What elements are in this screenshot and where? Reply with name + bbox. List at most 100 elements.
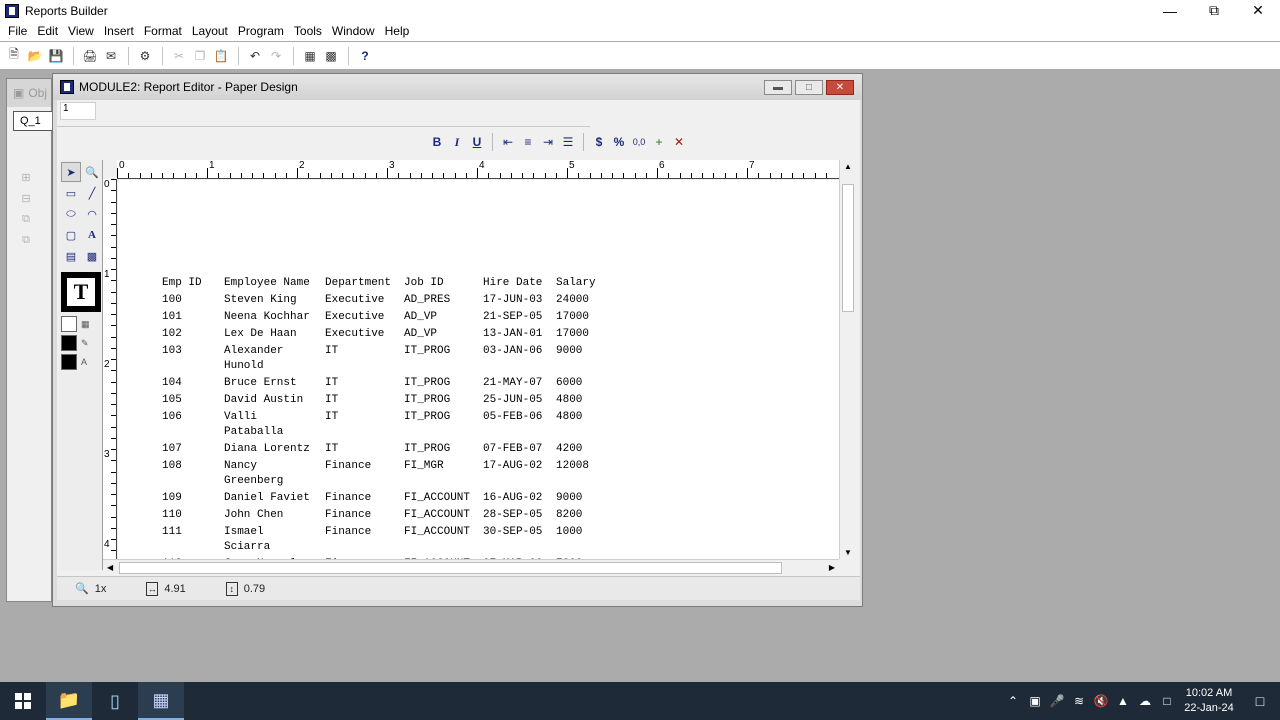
notification-icon[interactable]: □ bbox=[1240, 693, 1280, 709]
justify-icon[interactable]: ☰ bbox=[558, 132, 578, 152]
menu-window[interactable]: Window bbox=[327, 24, 380, 38]
scroll-up-icon[interactable]: ▲ bbox=[844, 162, 852, 171]
cell-employee-name[interactable]: Steven King bbox=[224, 292, 325, 309]
editor-minimize-button[interactable]: ▬ bbox=[764, 80, 792, 95]
editor-close-button[interactable]: ✕ bbox=[826, 80, 854, 95]
paper-design-canvas[interactable]: Emp ID Employee Name Department Job ID H… bbox=[118, 180, 839, 559]
object-navigator-find-field[interactable]: Q_1 bbox=[13, 111, 53, 131]
bold-button[interactable]: B bbox=[427, 132, 447, 152]
vertical-scrollbar[interactable]: ▲ ▼ bbox=[839, 160, 856, 559]
redo-icon[interactable]: ↷ bbox=[266, 46, 286, 66]
cell-job-id[interactable]: IT_PROG bbox=[404, 409, 483, 426]
expand-icon[interactable]: ⊞ bbox=[19, 171, 33, 185]
menu-view[interactable]: View bbox=[63, 24, 99, 38]
menu-program[interactable]: Program bbox=[233, 24, 289, 38]
drive-icon[interactable]: ▲ bbox=[1112, 694, 1134, 708]
cell-department[interactable]: IT bbox=[325, 441, 404, 458]
menu-file[interactable]: File bbox=[3, 24, 32, 38]
cell-employee-name[interactable]: Daniel Faviet bbox=[224, 490, 325, 507]
chat-icon[interactable]: □ bbox=[1156, 694, 1178, 708]
cell-job-id[interactable]: IT_PROG bbox=[404, 392, 483, 409]
close-button[interactable]: ✕ bbox=[1236, 0, 1280, 21]
field-icon[interactable]: ▤ bbox=[61, 246, 81, 266]
italic-button[interactable]: I bbox=[447, 132, 467, 152]
cell-emp-id[interactable]: 100 bbox=[162, 292, 224, 309]
cell-salary[interactable]: 6000 bbox=[556, 375, 616, 392]
minimize-button[interactable]: — bbox=[1148, 0, 1192, 21]
run-icon[interactable]: ⚙ bbox=[135, 46, 155, 66]
header-salary[interactable]: Salary bbox=[556, 275, 616, 292]
restore-button[interactable]: ⧉ bbox=[1192, 0, 1236, 21]
text-color-icon[interactable]: A bbox=[81, 357, 87, 367]
menu-format[interactable]: Format bbox=[139, 24, 187, 38]
cell-salary[interactable]: 4800 bbox=[556, 409, 616, 426]
cell-job-id[interactable]: FI_ACCOUNT bbox=[404, 507, 483, 524]
cell-hire-date[interactable]: 05-FEB-06 bbox=[483, 409, 556, 426]
ellipse-icon[interactable]: ⬭ bbox=[61, 204, 81, 224]
cell-employee-name[interactable]: John Chen bbox=[224, 507, 325, 524]
cloud-icon[interactable]: ☁ bbox=[1134, 694, 1156, 708]
commas-button[interactable]: 0,0 bbox=[629, 132, 649, 152]
cell-salary[interactable]: 24000 bbox=[556, 292, 616, 309]
cell-employee-name[interactable]: Lex De Haan bbox=[224, 326, 325, 343]
undo-icon[interactable]: ↶ bbox=[245, 46, 265, 66]
cell-employee-name[interactable]: Bruce Ernst bbox=[224, 375, 325, 392]
cut-icon[interactable]: ✂ bbox=[169, 46, 189, 66]
cell-employee-name-continued[interactable]: Sciarra bbox=[224, 539, 325, 556]
data-model-icon[interactable]: ▦ bbox=[300, 46, 320, 66]
paste-icon[interactable]: 📋 bbox=[211, 46, 231, 66]
volume-muted-icon[interactable]: 🔇 bbox=[1090, 694, 1112, 708]
cell-job-id[interactable]: IT_PROG bbox=[404, 375, 483, 392]
save-icon[interactable]: 💾 bbox=[46, 46, 66, 66]
cell-hire-date[interactable]: 17-JUN-03 bbox=[483, 292, 556, 309]
cell-hire-date[interactable]: 17-AUG-02 bbox=[483, 458, 556, 475]
rectangle-icon[interactable]: ▭ bbox=[61, 183, 81, 203]
select-arrow-icon[interactable]: ➤ bbox=[61, 162, 81, 182]
cell-employee-name[interactable]: Diana Lorentz bbox=[224, 441, 325, 458]
collapse-icon[interactable]: ⊟ bbox=[19, 192, 33, 206]
underline-button[interactable]: U bbox=[467, 132, 487, 152]
cell-salary[interactable]: 9000 bbox=[556, 343, 616, 360]
remove-decimal-icon[interactable]: ✕ bbox=[669, 132, 689, 152]
cell-job-id[interactable]: AD_VP bbox=[404, 309, 483, 326]
cell-emp-id[interactable]: 102 bbox=[162, 326, 224, 343]
cell-salary[interactable]: 12008 bbox=[556, 458, 616, 475]
cell-job-id[interactable]: AD_PRES bbox=[404, 292, 483, 309]
copy-icon[interactable]: ❐ bbox=[190, 46, 210, 66]
align-left-icon[interactable]: ⇤ bbox=[498, 132, 518, 152]
cell-hire-date[interactable]: 13-JAN-01 bbox=[483, 326, 556, 343]
cell-emp-id[interactable]: 109 bbox=[162, 490, 224, 507]
magnify-icon[interactable]: 🔍 bbox=[82, 162, 102, 182]
menu-tools[interactable]: Tools bbox=[289, 24, 327, 38]
cell-job-id[interactable]: FI_ACCOUNT bbox=[404, 524, 483, 541]
scroll-left-icon[interactable]: ◀ bbox=[107, 563, 113, 572]
report-editor-titlebar[interactable]: MODULE2: Report Editor - Paper Design ▬ … bbox=[53, 74, 862, 100]
header-emp-id[interactable]: Emp ID bbox=[162, 275, 224, 292]
cell-hire-date[interactable]: 28-SEP-05 bbox=[483, 507, 556, 524]
cell-employee-name-continued[interactable]: Greenberg bbox=[224, 473, 325, 490]
arc-icon[interactable]: ◠ bbox=[82, 204, 102, 224]
menu-help[interactable]: Help bbox=[380, 24, 415, 38]
percent-button[interactable]: % bbox=[609, 132, 629, 152]
cell-department[interactable]: Executive bbox=[325, 309, 404, 326]
cell-employee-name-continued[interactable]: Pataballa bbox=[224, 424, 325, 441]
text-tool-large-icon[interactable]: T bbox=[61, 272, 101, 312]
font-size-field[interactable]: 1 bbox=[60, 102, 96, 120]
line-color-swatch[interactable] bbox=[61, 335, 77, 351]
currency-button[interactable]: $ bbox=[589, 132, 609, 152]
editor-maximize-button[interactable]: □ bbox=[795, 80, 823, 95]
cell-emp-id[interactable]: 110 bbox=[162, 507, 224, 524]
cell-department[interactable]: Executive bbox=[325, 326, 404, 343]
line-color-icon[interactable]: ✎ bbox=[81, 338, 89, 349]
cell-department[interactable]: Finance bbox=[325, 507, 404, 524]
cell-hire-date[interactable]: 30-SEP-05 bbox=[483, 524, 556, 541]
cell-hire-date[interactable]: 07-FEB-07 bbox=[483, 441, 556, 458]
text-icon[interactable]: A bbox=[82, 225, 102, 245]
object-navigator-window[interactable]: ▣ Obj Q_1 ⊞ ⊟ ⧉ ⧉ bbox=[6, 78, 53, 602]
vertical-scroll-thumb[interactable] bbox=[842, 184, 854, 312]
align-center-icon[interactable]: ≡ bbox=[518, 132, 538, 152]
expand-all-icon[interactable]: ⧉ bbox=[19, 213, 33, 227]
new-icon[interactable]: 🗎 bbox=[4, 46, 24, 66]
menu-layout[interactable]: Layout bbox=[187, 24, 233, 38]
menu-edit[interactable]: Edit bbox=[32, 24, 63, 38]
